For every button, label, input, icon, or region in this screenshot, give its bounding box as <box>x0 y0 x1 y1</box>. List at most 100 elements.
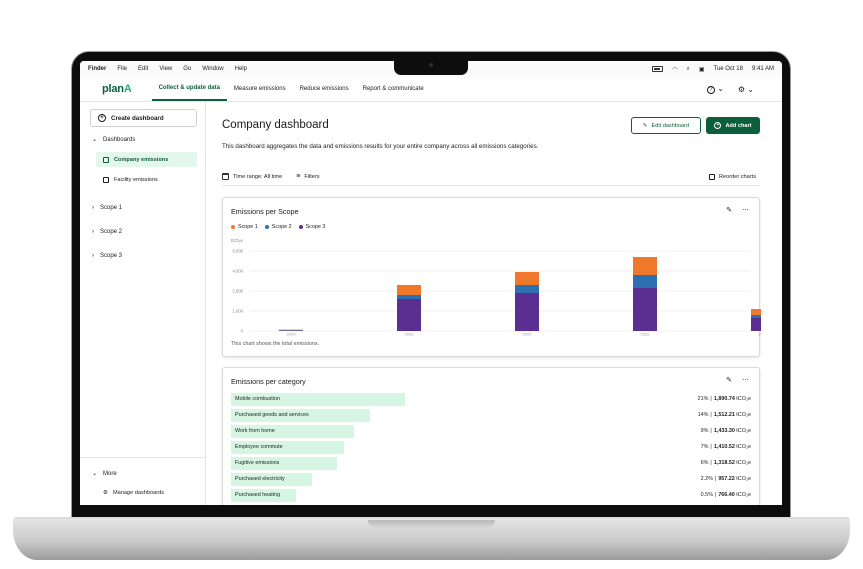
search-icon[interactable]: ⌕ <box>686 66 689 73</box>
menu-go[interactable]: Go <box>183 66 191 72</box>
bar-scope-2-2020[interactable] <box>397 295 421 299</box>
category-row[interactable]: Purchased goods and services 14% | 1,512.21… <box>231 409 753 422</box>
sidebar-section-dashboards[interactable]: ⌄ Dashboards <box>92 136 136 144</box>
bar-scope-3-2020[interactable] <box>397 299 421 331</box>
tab-measure-emissions[interactable]: Measure emissions <box>227 77 293 101</box>
pencil-icon: ✎ <box>642 122 648 129</box>
category-row[interactable]: Mobile combustion 21% | 1,890.74 tCO₂e <box>231 393 753 406</box>
category-row[interactable]: Work from home 9% | 1,433.30 tCO₂e <box>231 425 753 438</box>
category-row[interactable]: Fugitive emissions 6% | 1,318.52 tCO₂e <box>231 457 753 470</box>
category-label: Fugitive emissions <box>235 460 280 466</box>
emissions-per-category-card: Emissions per category ✎ ⋯ Mobile combus… <box>222 367 760 505</box>
help-menu-button[interactable]: ? ⌄ <box>706 84 724 94</box>
sidebar-item-label: More <box>103 470 117 477</box>
more-options-icon[interactable]: ⋯ <box>742 376 749 384</box>
y-tick-label: 6,000 <box>233 249 244 254</box>
chevron-right-icon: › <box>92 253 94 259</box>
menubar-time: 9:41 AM <box>751 66 774 72</box>
sidebar-item-label: Facility emissions <box>114 176 158 183</box>
bar-scope-3-2022[interactable] <box>633 288 657 331</box>
sidebar-item-label: Manage dashboards <box>113 489 165 496</box>
category-label: Purchased electricity <box>235 476 285 482</box>
bar-scope-1-2020[interactable] <box>397 285 421 295</box>
gear-icon: ⚙ <box>737 84 746 94</box>
sidebar: + Create dashboard ⌄ Dashboards Company … <box>80 102 206 505</box>
sidebar-section-scope-1[interactable]: › Scope 1 <box>92 205 122 211</box>
control-center-icon[interactable]: ▣ <box>699 66 705 73</box>
edit-dashboard-button[interactable]: ✎ Edit dashboard <box>631 117 701 134</box>
dashboard-toolbar: Time range: All time ≡ Filters Reorder c… <box>222 168 760 186</box>
category-label: Purchased goods and services <box>235 412 309 418</box>
menu-help[interactable]: Help <box>235 66 247 72</box>
wifi-icon[interactable]: ◠ <box>672 66 677 73</box>
bar-scope-1-2023[interactable] <box>751 309 761 315</box>
dashboards-label: Dashboards <box>103 136 136 143</box>
create-dashboard-button[interactable]: + Create dashboard <box>90 109 197 127</box>
bar-scope-2-2022[interactable] <box>633 275 657 288</box>
menu-file[interactable]: File <box>117 66 127 72</box>
menubar-date: Tue Oct 18 <box>713 66 743 72</box>
plana-logo[interactable]: plan A <box>102 77 132 101</box>
edit-dashboard-label: Edit dashboard <box>651 122 690 129</box>
page-title: Company dashboard <box>222 119 329 131</box>
filters-label: Filters <box>304 173 320 180</box>
sidebar-item-company-emissions[interactable]: Company emissions <box>96 152 197 167</box>
bar-scope-2-2021[interactable] <box>515 285 539 293</box>
filter-icon: ≡ <box>296 173 301 180</box>
main-nav: Collect & update data Measure emissions … <box>151 77 431 101</box>
sidebar-item-facility-emissions[interactable]: Facility emissions <box>96 172 197 187</box>
card-title: Emissions per category <box>231 377 306 386</box>
category-label: Employee commute <box>235 444 283 450</box>
bar-scope-1-2022[interactable] <box>633 257 657 275</box>
menu-view[interactable]: View <box>159 66 172 72</box>
menu-finder[interactable]: Finder <box>88 66 106 72</box>
chevron-right-icon: › <box>92 205 94 211</box>
x-tick-label: 2023 <box>759 332 761 337</box>
time-range-button[interactable]: Time range: All time <box>222 173 282 180</box>
chevron-down-icon: ⌄ <box>92 137 98 143</box>
category-row[interactable]: Purchased heating 0.5% | 766.40 tCO₂e <box>231 489 753 502</box>
battery-icon[interactable] <box>652 66 664 72</box>
category-value: 7% | 1,410.52 tCO₂e <box>700 444 751 450</box>
x-tick-label: 2020 <box>405 332 415 337</box>
x-tick-label: 2019 <box>287 332 297 337</box>
camera-icon <box>429 63 433 67</box>
tab-report-communicate[interactable]: Report & communicate <box>356 77 431 101</box>
category-row[interactable]: Employee commute 7% | 1,410.52 tCO₂e <box>231 441 753 454</box>
category-value: 21% | 1,890.74 tCO₂e <box>697 396 751 402</box>
sidebar-section-more[interactable]: ⌄ More <box>92 470 117 478</box>
help-icon: ? <box>706 86 715 94</box>
laptop-opening-notch <box>368 520 495 528</box>
category-value: 6% | 1,318.52 tCO₂e <box>700 460 751 466</box>
sidebar-item-label: Company emissions <box>114 156 169 163</box>
emissions-per-scope-card: Emissions per Scope ✎ ⋯ Scope 1 Scope 2 … <box>222 197 761 357</box>
pencil-icon[interactable]: ✎ <box>726 376 732 384</box>
bar-scope-2-2023[interactable] <box>751 315 761 318</box>
settings-menu-button[interactable]: ⚙ ⌄ <box>738 85 754 94</box>
category-row[interactable]: Purchased electricity 2.2% | 957.22 tCO₂e <box>231 473 753 486</box>
reorder-charts-button[interactable]: Reorder charts <box>709 173 756 180</box>
tab-collect-update-data[interactable]: Collect & update data <box>151 77 227 101</box>
menu-edit[interactable]: Edit <box>138 66 148 72</box>
category-label: Work from home <box>235 428 275 434</box>
sidebar-item-label: Scope 1 <box>100 205 123 211</box>
bar-scope-1-2019[interactable] <box>279 329 303 331</box>
category-label: Purchased heating <box>235 492 280 498</box>
tab-reduce-emissions[interactable]: Reduce emissions <box>293 77 356 101</box>
bar-scope-3-2021[interactable] <box>515 293 539 331</box>
sidebar-section-scope-3[interactable]: › Scope 3 <box>92 253 122 259</box>
x-tick-label: 2021 <box>523 332 533 337</box>
app-header: plan A Collect & update data Measure emis… <box>80 77 782 102</box>
chevron-down-icon: ⌄ <box>717 84 724 93</box>
sidebar-item-manage-dashboards[interactable]: ⚙ Manage dashboards <box>96 485 197 500</box>
category-value: 9% | 1,433.30 tCO₂e <box>700 428 751 434</box>
add-chart-button[interactable]: + Add chart <box>706 117 760 134</box>
plus-icon: + <box>714 122 722 129</box>
bar-scope-1-2021[interactable] <box>515 272 539 285</box>
filters-button[interactable]: ≡ Filters <box>296 173 319 180</box>
sidebar-section-scope-2[interactable]: › Scope 2 <box>92 229 122 235</box>
dashboard-icon <box>103 176 109 183</box>
bar-scope-3-2023[interactable] <box>751 318 761 331</box>
menu-window[interactable]: Window <box>202 66 223 72</box>
gear-icon: ⚙ <box>103 489 109 496</box>
